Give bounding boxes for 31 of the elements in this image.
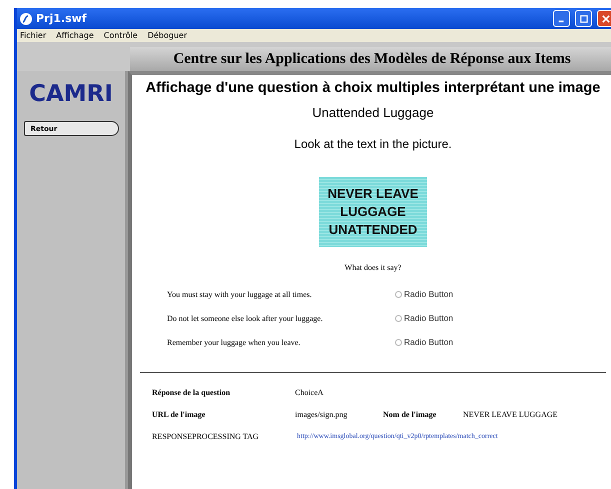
- question-text: What does it say?: [344, 263, 402, 272]
- image-url-value: images/sign.png: [295, 410, 348, 418]
- maximize-button[interactable]: [575, 10, 592, 27]
- image-url-label: URL de l'image: [152, 410, 206, 418]
- menu-item[interactable]: Déboguer: [148, 31, 187, 40]
- choice-text: You must stay with your luggage at all times.: [167, 290, 313, 298]
- prompt-text: Look at the text in the picture.: [294, 137, 452, 151]
- radio-button[interactable]: Radio Button: [395, 313, 454, 323]
- item-title: Unattended Luggage: [312, 105, 434, 120]
- answer-label: Réponse de la question: [152, 388, 232, 396]
- menu-item[interactable]: Fichier: [20, 31, 46, 40]
- response-processing-label: RESPONSEPROCESSING TAG: [152, 432, 260, 440]
- image-name-value: NEVER LEAVE LUGGAGE: [463, 410, 558, 418]
- radio-button[interactable]: Radio Button: [395, 289, 454, 299]
- radio-button[interactable]: Radio Button: [395, 337, 454, 347]
- menu-item[interactable]: Affichage: [56, 31, 94, 40]
- window-title: Prj1.swf: [36, 12, 87, 25]
- sign-image: NEVER LEAVE LUGGAGE UNATTENDED: [319, 177, 427, 247]
- image-name-label: Nom de l'image: [383, 410, 438, 418]
- answer-value: ChoiceA: [295, 388, 324, 396]
- page-heading: Affichage d'une question à choix multiples interprétant une image: [146, 80, 600, 96]
- close-button[interactable]: [597, 10, 611, 27]
- flash-icon: [20, 12, 32, 24]
- header-title: Centre sur les Applications des Modèles de Réponse aux Items: [173, 50, 571, 68]
- menu-item[interactable]: Contrôle: [104, 31, 138, 40]
- choice-text: Do not let someone else look after your luggage.: [167, 314, 324, 322]
- maximize-icon: [580, 14, 588, 22]
- logo-text: CAMRI: [29, 81, 113, 107]
- minimize-button[interactable]: [553, 10, 570, 27]
- close-icon: [602, 14, 610, 22]
- choice-text: Remember your luggage when you leave.: [167, 338, 302, 346]
